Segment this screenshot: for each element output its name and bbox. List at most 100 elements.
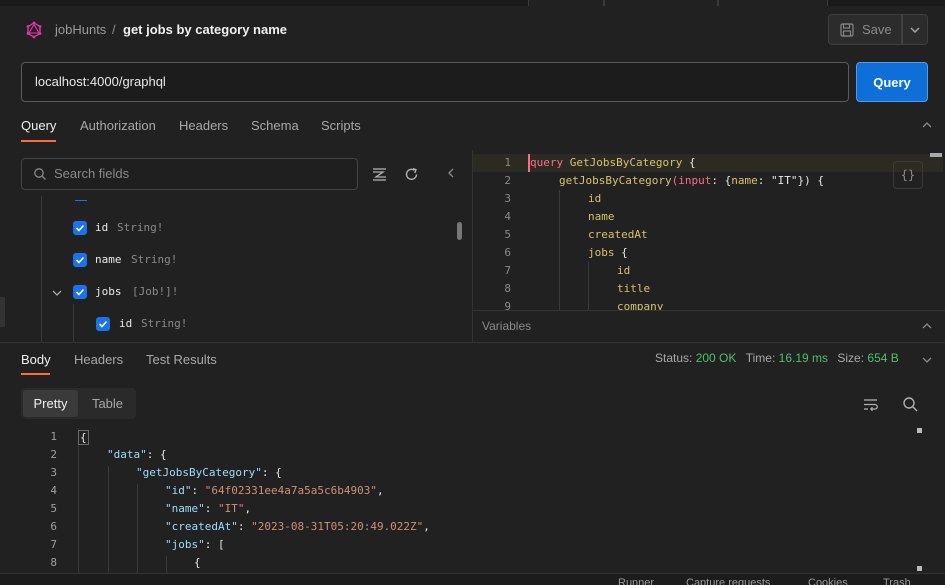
save-label: Save (862, 22, 892, 37)
tab-schema[interactable]: Schema (251, 118, 299, 133)
size-label: Size: (837, 351, 865, 365)
chevron-down-icon[interactable] (920, 353, 934, 367)
wrap-lines-icon[interactable] (862, 396, 879, 413)
punctuation: { (614, 246, 628, 259)
line-number: 5 (50, 502, 57, 515)
chevron-up-icon[interactable] (920, 319, 934, 333)
chevron-left-icon[interactable] (444, 166, 458, 180)
variables-panel[interactable] (473, 310, 945, 342)
indent-guide (108, 466, 109, 573)
save-options-button[interactable] (902, 14, 928, 45)
json-value: "2023-08-31T05:20:49.022Z" (251, 520, 424, 533)
tab-headers[interactable]: Headers (179, 118, 228, 133)
field-name: id (95, 221, 109, 234)
tab-authorization[interactable]: Authorization (80, 118, 156, 133)
code-line: "getJobsByCategory": { (136, 466, 282, 479)
query-editor[interactable]: 1 2 3 4 5 6 7 8 9 query GetJobsByCategor… (473, 152, 945, 310)
tab-query[interactable]: Query (21, 118, 56, 133)
status-value[interactable]: 200 OK (696, 351, 737, 365)
search-placeholder: Search fields (54, 166, 130, 181)
indent-guide (588, 262, 589, 310)
filter-fields-icon[interactable] (371, 166, 388, 183)
code-line: company (617, 300, 664, 310)
query-button[interactable]: Query (856, 62, 928, 102)
code-line: "id": "64f02331ee4a7a5a5c6b4903", (165, 484, 384, 497)
capture-requests-button[interactable]: Capture requests (686, 577, 770, 585)
field-checkbox[interactable] (73, 285, 87, 299)
cookies-button[interactable]: Cookies (808, 577, 848, 585)
line-number: 6 (50, 520, 57, 533)
json-value: "64f02331ee4a7a5a5c6b4903" (204, 484, 377, 497)
line-number: 4 (504, 210, 511, 223)
response-divider[interactable] (0, 342, 945, 343)
code-line: "jobs": [ (165, 538, 225, 551)
breadcrumb-separator: / (112, 22, 116, 37)
code-line: "createdAt": "2023-08-31T05:20:49.022Z", (165, 520, 430, 533)
url-input[interactable]: localhost:4000/graphql (21, 62, 849, 102)
breadcrumb-collection[interactable]: jobHunts (55, 22, 106, 37)
code-line: getJobsByCategory(input: {name: "IT"}) { (559, 174, 824, 187)
time-value[interactable]: 16.19 ms (779, 351, 828, 365)
response-body[interactable]: 1 2 3 4 5 6 7 8 { "data": { "getJobsByCa… (0, 428, 945, 573)
punctuation: }) { (797, 174, 824, 187)
line-number: 5 (504, 228, 511, 241)
size-value[interactable]: 654 B (867, 351, 898, 365)
tab-edge (528, 0, 604, 6)
punctuation: : { (711, 174, 732, 187)
variables-label: Variables (482, 319, 532, 333)
scrollbar-thumb[interactable] (930, 153, 942, 157)
code-line: id (617, 264, 631, 277)
field-name: name (95, 253, 122, 266)
chevron-down-icon (910, 27, 920, 33)
active-tab-indicator (21, 373, 50, 375)
operation-name: GetJobsByCategory (569, 156, 683, 169)
chevron-down-icon[interactable] (51, 287, 63, 299)
cookies-label: Cookies (808, 577, 848, 585)
graphql-icon (26, 21, 42, 39)
line-number: 3 (50, 466, 57, 479)
code-line: id (588, 192, 602, 205)
chevron-up-icon[interactable] (920, 118, 934, 132)
tree-guide (41, 196, 42, 342)
field-type: [Job!]! (132, 285, 179, 298)
line-number: 7 (504, 264, 511, 277)
field-checkbox[interactable] (96, 317, 110, 331)
scrollbar[interactable] (917, 428, 922, 573)
table-button[interactable]: Table (80, 390, 135, 417)
field-type: String! (117, 221, 164, 234)
save-button[interactable]: Save (828, 14, 902, 45)
json-key: "jobs" (165, 538, 205, 551)
code-line: createdAt (588, 228, 648, 241)
trash-button[interactable]: Trash (883, 577, 911, 585)
code-line: { (194, 556, 201, 569)
tab-strip (0, 0, 945, 6)
code-line: "data": { (107, 448, 167, 461)
search-icon (34, 168, 46, 180)
keyword: query (530, 156, 564, 169)
indent-guide (166, 556, 167, 573)
json-key: "createdAt" (165, 520, 238, 533)
pretty-button[interactable]: Pretty (23, 390, 78, 417)
field-checkbox[interactable] (73, 253, 87, 267)
field-token: jobs (588, 246, 615, 259)
refresh-icon[interactable] (403, 166, 420, 183)
field-checkbox[interactable] (73, 221, 87, 235)
search-icon[interactable] (902, 396, 919, 413)
tab-body[interactable]: Body (21, 352, 51, 367)
scrollbar-thumb[interactable] (457, 222, 462, 240)
tab-edge (718, 0, 828, 6)
status-label: Status: (655, 351, 693, 365)
tab-test-results[interactable]: Test Results (146, 352, 217, 367)
field-type: String! (131, 253, 178, 266)
status-bar (0, 573, 945, 585)
code-line: "name": "IT", (165, 502, 252, 515)
tree-guide (73, 304, 74, 342)
tab-scripts[interactable]: Scripts (321, 118, 361, 133)
code-line: { (78, 430, 89, 445)
tab-response-headers[interactable]: Headers (74, 352, 123, 367)
request-title[interactable]: get jobs by category name (123, 22, 287, 37)
runner-button[interactable]: Runner (618, 577, 654, 585)
save-icon (840, 22, 854, 37)
prettify-button[interactable]: {} (893, 161, 923, 189)
trash-label: Trash (883, 577, 911, 585)
